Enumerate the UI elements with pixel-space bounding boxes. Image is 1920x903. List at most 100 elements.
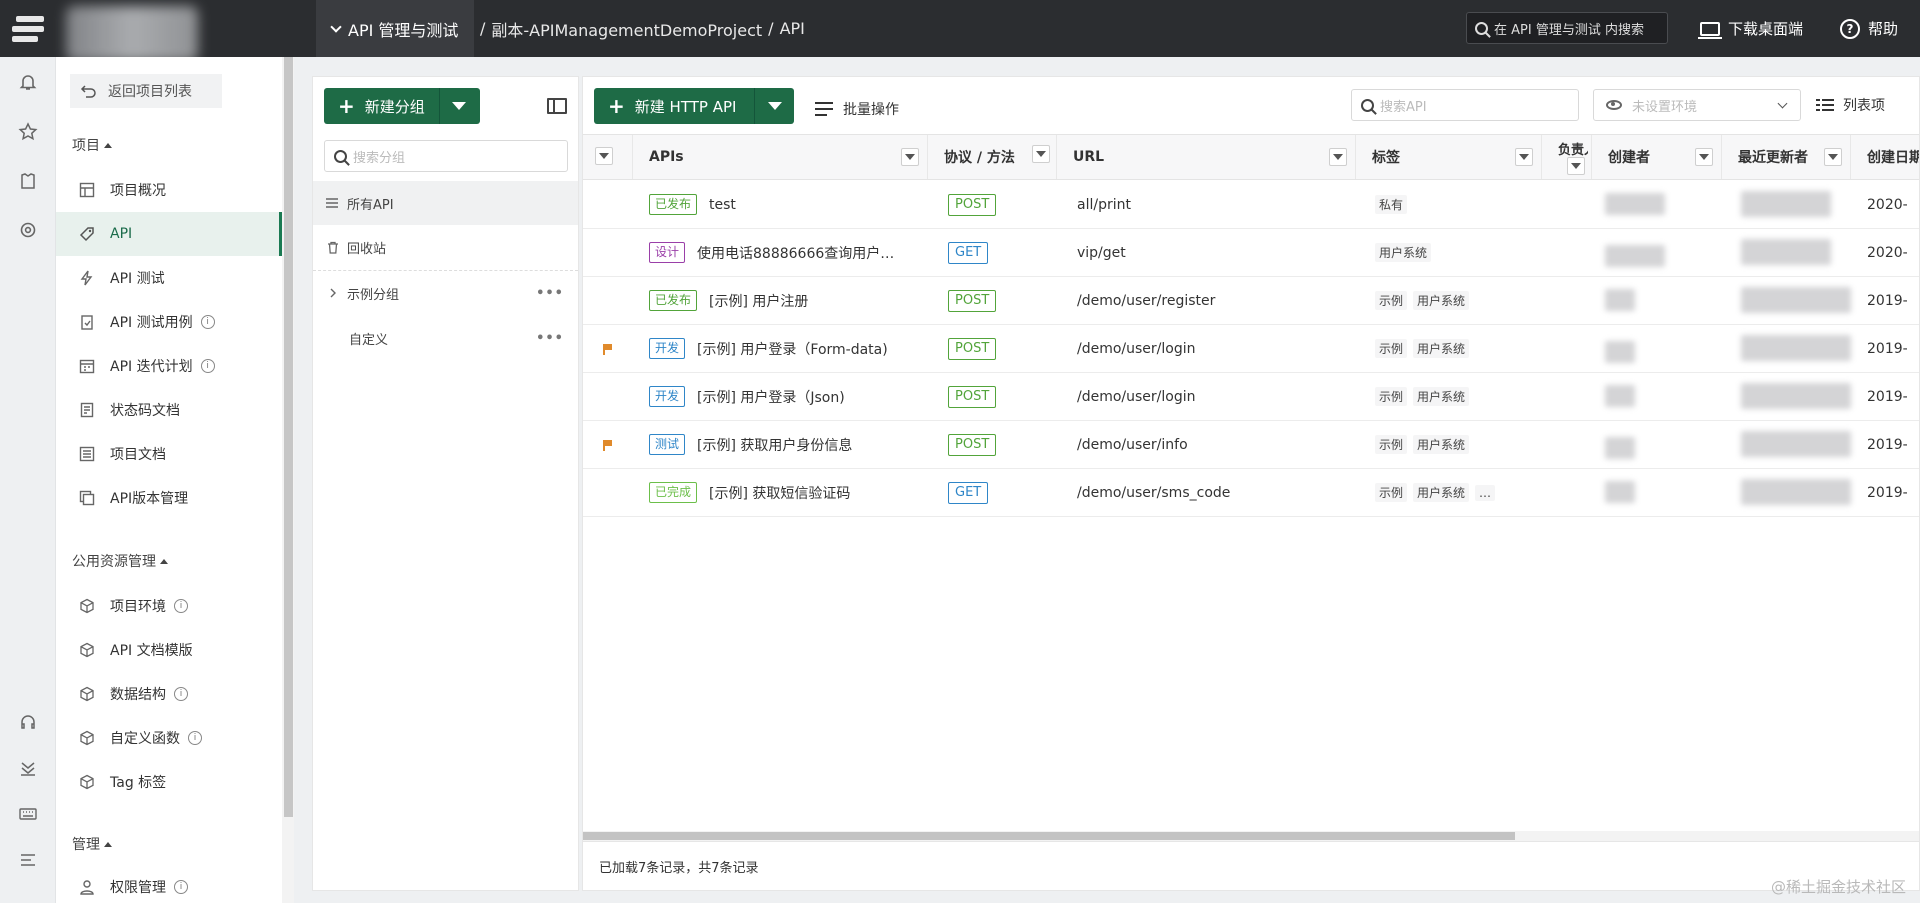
breadcrumb-project[interactable]: 副本-APIManagementDemoProject [491, 17, 762, 41]
api-name[interactable]: test [709, 197, 736, 213]
new-group-label: 新建分组 [364, 97, 425, 116]
nav-scrollbar[interactable] [282, 57, 294, 903]
app-logo[interactable] [0, 0, 56, 57]
nav-item-custom-function[interactable]: 自定义函数 i [56, 716, 282, 760]
download-icon[interactable] [17, 757, 39, 779]
api-search-input[interactable]: 搜索API [1351, 89, 1579, 121]
nav-item-permissions[interactable]: 权限管理 i [56, 865, 282, 903]
filter-icon[interactable] [1824, 148, 1842, 166]
section-public-toggle[interactable]: 公用资源管理 [72, 551, 168, 571]
nav-item-api-test[interactable]: API 测试 [56, 256, 282, 300]
nav-item-api-doc-template[interactable]: API 文档模版 [56, 628, 282, 672]
horizontal-scrollbar-thumb[interactable] [583, 832, 1515, 840]
info-icon[interactable]: i [174, 687, 188, 701]
headset-icon[interactable] [17, 711, 39, 733]
settings-icon[interactable] [17, 219, 39, 241]
group-panel: + 新建分组 搜索分组 所有API 回收站 示例分组 ••• 自定义 ••• [312, 76, 579, 891]
nav-item-project-env[interactable]: 项目环境 i [56, 584, 282, 628]
table-row[interactable]: 已发布 [示例] 用户注册 POST/demo/user/register 示例 用户系… [583, 277, 1919, 325]
info-icon[interactable]: i [200, 359, 215, 373]
updater-avatar [1741, 287, 1851, 313]
api-name-cell: 设计 使用电话88886666查询用户… [649, 229, 924, 276]
bell-icon[interactable] [17, 71, 39, 93]
environment-select[interactable]: 未设置环境 [1593, 89, 1801, 121]
method-cell: POST [948, 277, 997, 324]
shirt-icon[interactable] [17, 170, 39, 192]
help-button[interactable]: ? 帮助 [1840, 0, 1898, 57]
new-group-button[interactable]: + 新建分组 [324, 88, 480, 124]
nav-item-api-version[interactable]: API版本管理 [56, 476, 282, 520]
chevron-down-icon [330, 20, 342, 33]
table-row[interactable]: 开发 [示例] 用户登录（Json) POST/demo/user/login 示例用… [583, 373, 1919, 421]
back-to-projects-button[interactable]: 返回项目列表 [70, 74, 222, 108]
column-created-date: 创建日期 [1851, 135, 1919, 179]
nav-item-api-iteration[interactable]: API 迭代计划 i [56, 344, 282, 388]
method-cell: POST [948, 421, 997, 468]
nav-item-tag[interactable]: Tag 标签 [56, 760, 282, 804]
group-search-input[interactable]: 搜索分组 [324, 140, 568, 172]
tags-cell: 用户系统 [1375, 229, 1437, 276]
section-manage-toggle[interactable]: 管理 [72, 834, 112, 854]
download-desktop-button[interactable]: 下载桌面端 [1698, 0, 1803, 57]
api-name[interactable]: [示例] 用户注册 [709, 291, 808, 311]
api-name[interactable]: [示例] 获取用户身份信息 [697, 435, 852, 455]
nav-item-status-code-doc[interactable]: 状态码文档 [56, 388, 282, 432]
keyboard-icon[interactable] [17, 803, 39, 825]
filter-icon[interactable] [1515, 148, 1533, 166]
info-icon[interactable]: i [200, 315, 215, 329]
api-name[interactable]: [示例] 获取短信验证码 [709, 483, 850, 503]
menu-icon[interactable] [17, 849, 39, 871]
batch-list-icon [815, 102, 833, 116]
filter-icon[interactable] [1695, 148, 1713, 166]
new-http-api-button[interactable]: + 新建 HTTP API [594, 88, 794, 124]
filter-icon[interactable] [1032, 145, 1050, 163]
nav-item-label: 项目环境 [110, 599, 166, 615]
nav-scrollbar-thumb[interactable] [284, 57, 293, 817]
star-icon[interactable] [17, 121, 39, 143]
new-group-dropdown[interactable] [438, 88, 479, 124]
table-row[interactable]: 已完成 [示例] 获取短信验证码 GET/demo/user/sms_code 示例用… [583, 469, 1919, 517]
table-row[interactable]: 测试 [示例] 获取用户身份信息 POST/demo/user/info 示例 用户系统… [583, 421, 1919, 469]
nav-item-api-test-case[interactable]: API 测试用例 i [56, 300, 282, 344]
section-project-toggle[interactable]: 项目 [72, 135, 112, 155]
account-avatar[interactable] [66, 6, 198, 62]
info-icon[interactable]: i [174, 880, 188, 894]
more-icon[interactable]: ••• [536, 331, 564, 346]
filter-icon[interactable] [1567, 157, 1585, 175]
bulk-select-dropdown[interactable] [595, 147, 613, 165]
info-icon[interactable]: i [188, 731, 202, 745]
column-label: 标签 [1372, 150, 1400, 166]
api-name[interactable]: 使用电话88886666查询用户… [697, 243, 894, 263]
tree-item-custom[interactable]: 自定义 ••• [313, 316, 578, 360]
tree-item-example-group[interactable]: 示例分组 ••• [313, 271, 578, 315]
nav-item-overview[interactable]: 项目概况 [56, 168, 282, 212]
tree-item-all-api[interactable]: 所有API [313, 181, 578, 225]
new-http-api-main[interactable]: + 新建 HTTP API [594, 88, 754, 124]
nav-item-data-structure[interactable]: 数据结构 i [56, 672, 282, 716]
project-switcher[interactable]: API 管理与测试 [316, 0, 475, 57]
tag-chip: 示例 [1375, 339, 1408, 358]
global-search-input[interactable]: 在 API 管理与测试 内搜索 [1466, 12, 1668, 44]
more-icon[interactable]: ••• [536, 286, 564, 301]
nav-item-label: 数据结构 [110, 687, 166, 703]
column-settings-button[interactable]: 列表项 [1815, 89, 1885, 121]
table-row[interactable]: 开发 [示例] 用户登录（Form-data) POST/demo/user/log… [583, 325, 1919, 373]
column-label: 最近更新者 [1738, 150, 1808, 166]
nav-item-api[interactable]: API [56, 212, 282, 256]
tree-item-recycle-bin[interactable]: 回收站 [313, 225, 578, 269]
chevron-right-icon[interactable] [329, 288, 337, 298]
table-row[interactable]: 设计 使用电话88886666查询用户… GET vip/get 用户系统 2020- [583, 229, 1919, 277]
info-icon[interactable]: i [174, 599, 188, 613]
new-group-main[interactable]: + 新建分组 [324, 88, 439, 124]
nav-item-project-doc[interactable]: 项目文档 [56, 432, 282, 476]
api-url: /demo/user/sms_code [1077, 484, 1231, 501]
panel-toggle-icon[interactable] [547, 98, 567, 114]
api-name[interactable]: [示例] 用户登录（Form-data) [697, 339, 888, 359]
new-http-api-dropdown[interactable] [754, 88, 794, 124]
filter-icon[interactable] [901, 148, 919, 166]
api-name[interactable]: [示例] 用户登录（Json) [697, 387, 845, 407]
filter-icon[interactable] [1329, 148, 1347, 166]
batch-operation-button[interactable]: 批量操作 [815, 91, 899, 127]
horizontal-scrollbar[interactable] [583, 831, 1919, 841]
table-row[interactable]: 已发布 test POST all/print 私有 2020- [583, 181, 1919, 229]
